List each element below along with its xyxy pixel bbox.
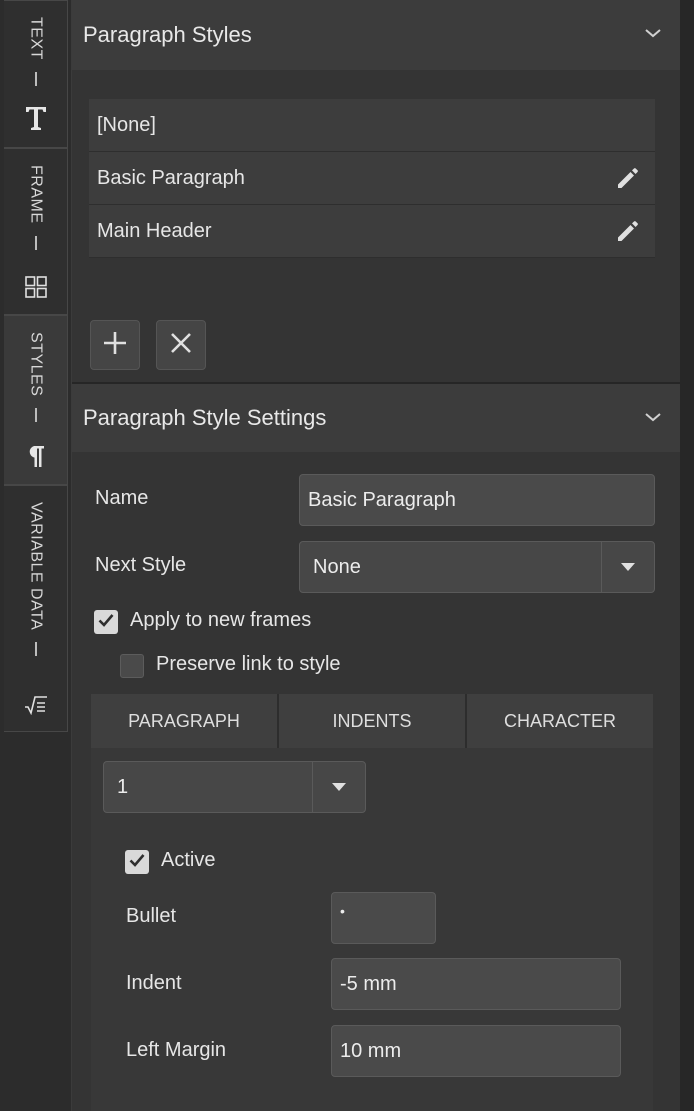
paragraph-styles-header[interactable]: Paragraph Styles — [72, 0, 680, 70]
properties-panel: Paragraph Styles [None] Basic Paragraph … — [72, 0, 680, 1111]
dropdown-arrow-icon[interactable] — [312, 762, 365, 812]
name-field[interactable]: Basic Paragraph — [299, 474, 655, 526]
tab-variable-data[interactable]: VARIABLE DATA — [4, 485, 68, 732]
list-item[interactable]: Basic Paragraph — [89, 152, 655, 205]
pencil-icon[interactable] — [615, 165, 641, 197]
name-value: Basic Paragraph — [308, 488, 456, 511]
left-margin-value: 10 mm — [340, 1039, 402, 1062]
settings-title: Paragraph Style Settings — [83, 405, 327, 430]
tab-frame-label: FRAME — [27, 165, 45, 224]
preserve-link-label: Preserve link to style — [156, 653, 341, 675]
bullet-label: Bullet — [126, 905, 177, 927]
tab-separator — [34, 408, 37, 423]
checkmark-icon — [98, 613, 114, 632]
settings-tabs: PARAGRAPH INDENTS CHARACTER — [91, 694, 653, 748]
formula-icon — [4, 695, 67, 715]
tab-variable-data-label: VARIABLE DATA — [27, 502, 45, 631]
paragraph-tab-content: 1 Active Bullet • Indent -5 mm Left Marg… — [91, 748, 653, 1111]
list-item[interactable]: [None] — [89, 99, 655, 152]
tab-styles[interactable]: STYLES — [4, 315, 68, 485]
tab-separator — [34, 235, 37, 250]
add-style-button[interactable] — [90, 320, 140, 370]
checkmark-icon — [129, 853, 145, 872]
list-item[interactable]: Main Header — [89, 205, 655, 258]
left-margin-field[interactable]: 10 mm — [331, 1025, 621, 1077]
pencil-icon[interactable] — [615, 218, 641, 250]
tab-styles-label: STYLES — [27, 332, 45, 397]
scrollbar[interactable] — [680, 0, 694, 1111]
tab-frame[interactable]: FRAME — [4, 148, 68, 315]
close-icon — [169, 331, 193, 360]
style-name: Main Header — [97, 219, 212, 242]
apply-to-new-frames-label: Apply to new frames — [130, 609, 312, 631]
indent-label: Indent — [126, 972, 182, 994]
apply-to-new-frames-checkbox[interactable] — [94, 610, 118, 634]
chevron-down-icon[interactable] — [644, 410, 662, 428]
tab-indents[interactable]: INDENTS — [279, 694, 467, 748]
paragraph-styles-list: [None] Basic Paragraph Main Header — [89, 99, 655, 258]
bullet-field[interactable]: • — [331, 892, 436, 944]
next-style-select[interactable]: None — [299, 541, 655, 593]
level-value: 1 — [117, 775, 129, 798]
paragraph-style-settings-header[interactable]: Paragraph Style Settings — [72, 384, 680, 452]
delete-style-button[interactable] — [156, 320, 206, 370]
chevron-down-icon[interactable] — [644, 26, 662, 44]
active-label: Active — [161, 849, 216, 871]
tab-separator — [34, 71, 37, 86]
side-tab-rail: TEXT FRAME STYLES VARIABLE DATA — [0, 0, 72, 1111]
pilcrow-icon — [4, 444, 67, 468]
preserve-link-checkbox[interactable] — [120, 654, 144, 678]
indent-value: -5 mm — [340, 972, 397, 995]
name-label: Name — [95, 487, 149, 509]
plus-icon — [102, 330, 128, 361]
paragraph-styles-title: Paragraph Styles — [83, 22, 252, 47]
left-margin-label: Left Margin — [126, 1039, 227, 1061]
indent-field[interactable]: -5 mm — [331, 958, 621, 1010]
level-select[interactable]: 1 — [103, 761, 366, 813]
next-style-label: Next Style — [95, 554, 187, 576]
grid-icon — [4, 276, 67, 298]
tab-separator — [34, 642, 37, 657]
tab-character[interactable]: CHARACTER — [467, 694, 653, 748]
tab-text[interactable]: TEXT — [4, 0, 68, 148]
next-style-value: None — [313, 555, 361, 578]
dropdown-arrow-icon[interactable] — [601, 542, 654, 592]
tab-text-label: TEXT — [27, 17, 45, 60]
tab-paragraph[interactable]: PARAGRAPH — [91, 694, 279, 748]
text-icon — [4, 105, 67, 131]
active-checkbox[interactable] — [125, 850, 149, 874]
bullet-value: • — [340, 903, 345, 919]
style-name: [None] — [97, 113, 156, 136]
style-name: Basic Paragraph — [97, 166, 245, 189]
